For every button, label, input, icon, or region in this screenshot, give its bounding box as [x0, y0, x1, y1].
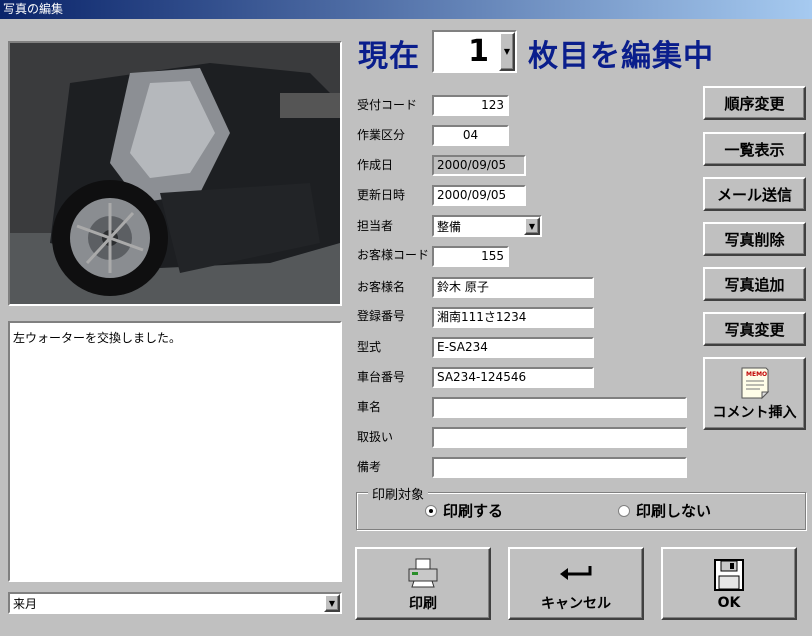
chassis-number-field[interactable]: SA234-124546 — [432, 367, 594, 388]
reception-code-label: 受付コード — [357, 98, 418, 112]
car-photo — [8, 41, 342, 306]
chevron-down-icon[interactable]: ▼ — [324, 594, 340, 612]
page-number-select[interactable]: 1 ▼ — [432, 30, 517, 73]
customer-name-field[interactable]: 鈴木 原子 — [432, 277, 594, 298]
memo-textarea[interactable]: 左ウォーターを交換しました。 — [8, 321, 342, 582]
created-date-label: 作成日 — [357, 158, 394, 172]
work-category-field[interactable]: 04 — [432, 125, 509, 146]
list-view-button[interactable]: 一覧表示 — [703, 132, 806, 166]
model-field[interactable]: E-SA234 — [432, 337, 594, 358]
staff-select[interactable]: 整備 ▼ — [432, 215, 542, 237]
remarks-label: 備考 — [357, 460, 382, 474]
remarks-field[interactable] — [432, 457, 687, 478]
return-arrow-icon — [560, 565, 592, 580]
heading-prefix: 現在 — [358, 39, 420, 74]
ok-button-label: OK — [717, 594, 741, 611]
cancel-button[interactable]: キャンセル — [508, 547, 644, 620]
radio-print-label: 印刷する — [443, 502, 504, 520]
chevron-down-icon[interactable]: ▼ — [499, 32, 515, 71]
created-date-field: 2000/09/05 — [432, 155, 526, 176]
radio-selected-icon — [425, 504, 437, 517]
send-mail-button[interactable]: メール送信 — [703, 177, 806, 211]
print-target-title: 印刷対象 — [368, 484, 429, 503]
memo-icon-text: MEMO — [746, 371, 767, 378]
floppy-disk-icon — [714, 558, 744, 591]
print-button-label: 印刷 — [409, 595, 437, 612]
change-photo-button[interactable]: 写真変更 — [703, 312, 806, 346]
radio-no-print[interactable]: 印刷しない — [618, 500, 711, 521]
radio-print[interactable]: 印刷する — [425, 500, 503, 521]
chassis-number-label: 車台番号 — [357, 370, 406, 384]
model-label: 型式 — [357, 340, 382, 354]
page-number-value: 1 — [468, 34, 489, 69]
customer-code-field[interactable]: 155 — [432, 246, 509, 267]
insert-comment-label: コメント挿入 — [712, 404, 797, 421]
updated-date-field[interactable]: 2000/09/05 — [432, 185, 526, 206]
chevron-down-icon[interactable]: ▼ — [524, 217, 540, 235]
delete-photo-button[interactable]: 写真削除 — [703, 222, 806, 256]
car-name-label: 車名 — [357, 400, 382, 414]
handling-label: 取扱い — [357, 430, 394, 444]
printer-icon — [408, 558, 438, 587]
work-category-label: 作業区分 — [357, 128, 406, 142]
customer-code-label: お客様コード — [357, 248, 430, 262]
registration-number-field[interactable]: 湘南111さ1234 — [432, 307, 594, 328]
memo-icon: MEMO — [741, 367, 769, 399]
month-select-value: 来月 — [13, 596, 38, 611]
customer-name-label: お客様名 — [357, 280, 406, 294]
car-photo-image — [10, 43, 340, 304]
staff-label: 担当者 — [357, 219, 394, 233]
radio-unselected-icon — [618, 504, 630, 517]
registration-number-label: 登録番号 — [357, 309, 406, 323]
ok-button[interactable]: OK — [661, 547, 797, 620]
radio-no-print-label: 印刷しない — [636, 502, 712, 520]
handling-field[interactable] — [432, 427, 687, 448]
insert-comment-button[interactable]: MEMO コメント挿入 — [703, 357, 806, 430]
heading-suffix: 枚目を編集中 — [528, 39, 714, 74]
reorder-button[interactable]: 順序変更 — [703, 86, 806, 120]
staff-select-value: 整備 — [437, 219, 462, 234]
car-name-field[interactable] — [432, 397, 687, 418]
add-photo-button[interactable]: 写真追加 — [703, 267, 806, 301]
print-button[interactable]: 印刷 — [355, 547, 491, 620]
reception-code-field[interactable]: 123 — [432, 95, 509, 116]
window-title: 写真の編集 — [0, 0, 812, 19]
month-select[interactable]: 来月 ▼ — [8, 592, 342, 614]
updated-date-label: 更新日時 — [357, 188, 406, 202]
cancel-button-label: キャンセル — [541, 595, 611, 612]
